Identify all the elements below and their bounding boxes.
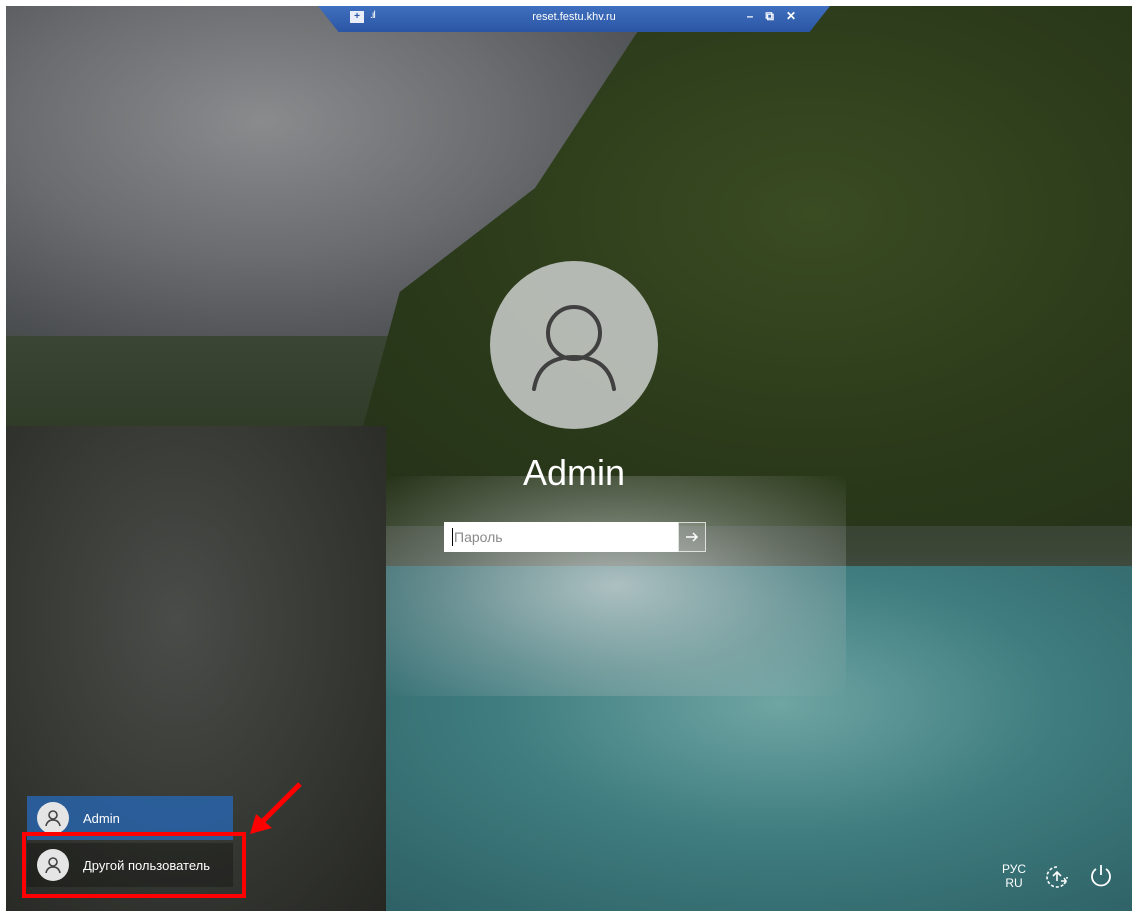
user-avatar-large [490,261,658,429]
language-switcher[interactable]: РУС RU [1002,862,1026,890]
user-avatar-small [37,802,69,834]
annotation-highlight-box [22,832,246,898]
power-icon[interactable] [1088,862,1114,888]
user-icon [45,810,61,827]
language-code: РУС [1002,862,1027,876]
waterfall-mist [386,476,846,696]
language-region: RU [1005,876,1023,890]
remote-session-titlebar: + .ıl reset.festu.khv.ru – ⧉ ✕ [318,6,830,32]
password-row [444,522,706,552]
user-icon [532,305,616,391]
submit-button[interactable] [678,522,706,552]
annotation-arrow-icon [250,782,302,834]
password-input[interactable] [444,522,678,552]
text-caret [452,528,453,546]
user-switch-label: Admin [83,810,120,826]
arrow-right-icon [686,532,699,542]
window-controls: – ⧉ ✕ [747,9,796,24]
login-username: Admin [522,452,626,493]
minimize-button[interactable]: – [747,9,754,24]
accessibility-icon[interactable] [1044,864,1070,890]
close-button[interactable]: ✕ [786,9,796,24]
restore-button[interactable]: ⧉ [765,9,774,24]
